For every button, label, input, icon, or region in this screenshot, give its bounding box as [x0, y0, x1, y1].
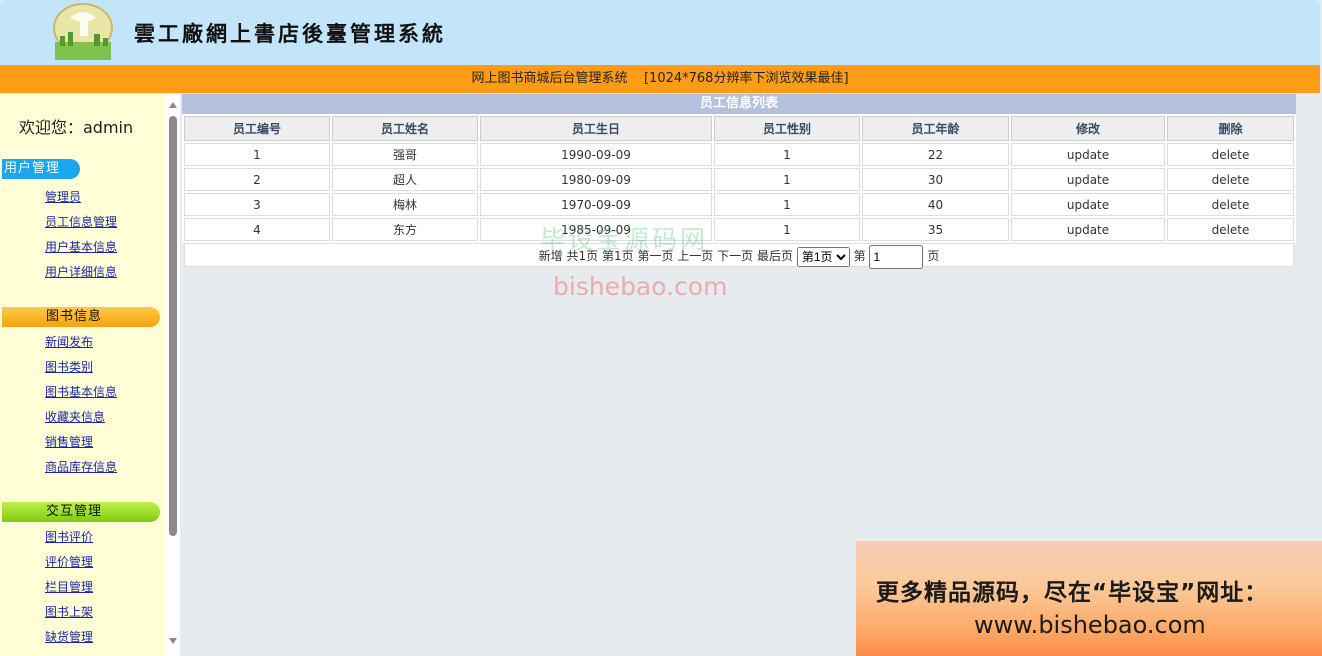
table-row: 4 东方 1985-09-09 1 35 update delete	[184, 218, 1294, 241]
notice-bar: 网上图书商城后台管理系统 [1024*768分辨率下浏览效果最佳]	[0, 65, 1320, 93]
ad-banner[interactable]: 更多精品源码，尽在“毕设宝”网址： www.bishebao.com	[856, 541, 1322, 656]
nav-favorites-info[interactable]: 收藏夹信息	[45, 408, 105, 425]
nav-out-of-stock[interactable]: 缺货管理	[45, 628, 93, 645]
col-header: 员工年龄	[862, 116, 1009, 141]
delete-link[interactable]: delete	[1167, 168, 1294, 191]
goto-prefix: 第	[853, 249, 866, 263]
panel-title: 员工信息列表	[182, 94, 1296, 114]
logo-icon	[53, 3, 113, 60]
cell-name: 强哥	[332, 143, 478, 166]
table-row: 1 强哥 1990-09-09 1 22 update delete	[184, 143, 1294, 166]
col-header: 员工生日	[480, 116, 712, 141]
cell-gender: 1	[714, 193, 860, 216]
col-header: 删除	[1167, 116, 1294, 141]
cell-gender: 1	[714, 143, 860, 166]
site-title: 雲工廠網上書店後臺管理系統	[134, 21, 446, 46]
cell-age: 30	[862, 168, 1009, 191]
delete-link[interactable]: delete	[1167, 193, 1294, 216]
cell-id: 4	[184, 218, 330, 241]
col-header: 员工姓名	[332, 116, 478, 141]
update-link[interactable]: update	[1011, 143, 1165, 166]
cell-birthday: 1970-09-09	[480, 193, 712, 216]
nav-column-management[interactable]: 栏目管理	[45, 578, 93, 595]
cell-gender: 1	[714, 168, 860, 191]
cell-gender: 1	[714, 218, 860, 241]
nav-book-review[interactable]: 图书评价	[45, 528, 93, 545]
col-header: 员工编号	[184, 116, 330, 141]
nav-sales-management[interactable]: 销售管理	[45, 433, 93, 450]
table-header-row: 员工编号 员工姓名 员工生日 员工性别 员工年龄 修改 删除	[184, 116, 1294, 141]
cell-id: 1	[184, 143, 330, 166]
cell-id: 2	[184, 168, 330, 191]
nav-admin[interactable]: 管理员	[45, 188, 81, 205]
delete-link[interactable]: delete	[1167, 143, 1294, 166]
cell-birthday: 1990-09-09	[480, 143, 712, 166]
notice-text: 网上图书商城后台管理系统 [1024*768分辨率下浏览效果最佳]	[471, 71, 849, 86]
update-link[interactable]: update	[1011, 218, 1165, 241]
section-book-info[interactable]: 图书信息	[2, 307, 160, 327]
col-header: 修改	[1011, 116, 1165, 141]
scroll-thumb[interactable]	[169, 116, 177, 536]
employee-table: 员工编号 员工姓名 员工生日 员工性别 员工年龄 修改 删除 1 强哥 1990…	[182, 114, 1296, 243]
table-row: 2 超人 1980-09-09 1 30 update delete	[184, 168, 1294, 191]
update-link[interactable]: update	[1011, 193, 1165, 216]
watermark-url: bishebao.com	[553, 272, 728, 301]
next-page-link[interactable]: 下一页	[717, 249, 753, 263]
header: 雲工廠網上書店後臺管理系統	[0, 0, 1320, 65]
last-page-link[interactable]: 最后页	[757, 249, 793, 263]
section-interaction-management[interactable]: 交互管理	[2, 502, 160, 522]
sidebar-scrollbar[interactable]	[166, 94, 180, 656]
watermark-cn: 毕设宝源码网	[540, 225, 709, 254]
nav-review-management[interactable]: 评价管理	[45, 553, 93, 570]
page-select[interactable]: 第1页	[796, 246, 850, 267]
pager: 新增 共1页 第1页 第一页 上一页 下一页 最后页 第1页 第 页	[184, 243, 1294, 269]
welcome-text: 欢迎您：admin	[19, 118, 134, 137]
nav-news-publish[interactable]: 新闻发布	[45, 333, 93, 350]
cell-age: 40	[862, 193, 1009, 216]
cell-name: 超人	[332, 168, 478, 191]
update-link[interactable]: update	[1011, 168, 1165, 191]
ad-line1: 更多精品源码，尽在“毕设宝”网址：	[876, 580, 1269, 606]
col-header: 员工性别	[714, 116, 860, 141]
cell-id: 3	[184, 193, 330, 216]
nav-book-category[interactable]: 图书类别	[45, 358, 93, 375]
ad-line2: www.bishebao.com	[974, 611, 1206, 639]
goto-page-input[interactable]	[869, 244, 924, 269]
cell-birthday: 1980-09-09	[480, 168, 712, 191]
scroll-up-icon[interactable]	[169, 102, 177, 108]
cell-name: 梅林	[332, 193, 478, 216]
nav-stock-info[interactable]: 商品库存信息	[45, 458, 117, 475]
table-row: 3 梅林 1970-09-09 1 40 update delete	[184, 193, 1294, 216]
nav-employee-management[interactable]: 员工信息管理	[45, 213, 117, 230]
scroll-down-icon[interactable]	[169, 638, 177, 644]
cell-age: 35	[862, 218, 1009, 241]
employee-list-panel: 员工信息列表 员工编号 员工姓名 员工生日 员工性别 员工年龄 修改 删除 1 …	[182, 94, 1296, 269]
nav-user-basic-info[interactable]: 用户基本信息	[45, 238, 117, 255]
sidebar: 欢迎您：admin 用户管理 管理员 员工信息管理 用户基本信息 用户详细信息 …	[0, 94, 166, 656]
delete-link[interactable]: delete	[1167, 218, 1294, 241]
nav-user-detail-info[interactable]: 用户详细信息	[45, 263, 117, 280]
section-user-management[interactable]: 用户管理	[2, 159, 80, 179]
nav-book-shelving[interactable]: 图书上架	[45, 603, 93, 620]
nav-book-basic-info[interactable]: 图书基本信息	[45, 383, 117, 400]
cell-age: 22	[862, 143, 1009, 166]
cell-name: 东方	[332, 218, 478, 241]
goto-suffix: 页	[927, 249, 940, 263]
